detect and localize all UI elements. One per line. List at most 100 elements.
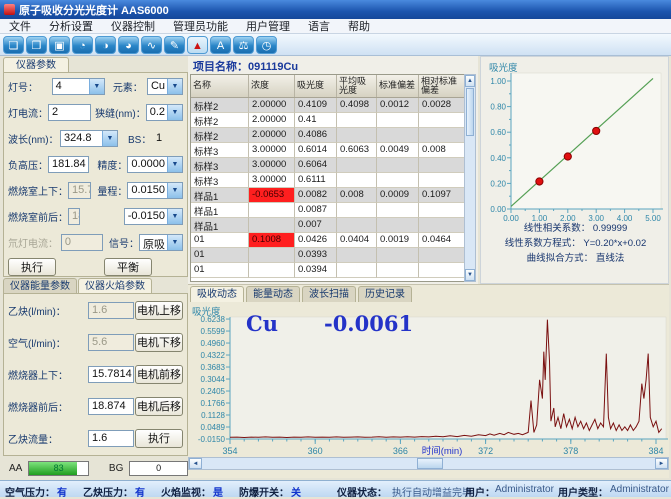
dynamics-scrollbar[interactable]: ◄ ► [188, 457, 669, 470]
column-header[interactable]: 吸光度 [295, 75, 337, 97]
flame-ignite-icon[interactable]: ▲ [187, 36, 208, 54]
table-scrollbar[interactable]: ▲ ▼ [464, 74, 476, 282]
open-file-icon[interactable]: ❐ [26, 36, 47, 54]
column-header[interactable]: 标准偏差 [377, 75, 419, 97]
burner-adjust-icon[interactable]: ✎ [164, 36, 185, 54]
auto-gain-icon[interactable]: A [210, 36, 231, 54]
column-header[interactable]: 平均吸光度 [337, 75, 377, 97]
menu-item-3[interactable]: 管理员功能 [164, 18, 237, 34]
stat-value: 直线法 [593, 253, 624, 264]
toolbar: ❏❐▣◔◑◕∿✎▲A⚖◷ [0, 34, 671, 56]
table-cell [337, 263, 377, 278]
aa-label: AA [9, 463, 22, 474]
flame-row-input[interactable]: 15.7814 [88, 366, 134, 383]
table-cell [377, 113, 419, 128]
table-cell: 0.0082 [295, 188, 337, 203]
svg-text:0.40: 0.40 [490, 154, 506, 163]
svg-text:360: 360 [308, 446, 323, 456]
range2-select[interactable]: -0.0150 ▼ [124, 208, 183, 225]
absorbance-reading: -0.0061 [324, 311, 413, 336]
motor-button[interactable]: 电机下移 [135, 333, 183, 352]
table-row[interactable]: 标样22.000000.41090.40980.00120.0028 [191, 98, 475, 113]
scroll-up-icon[interactable]: ▲ [465, 75, 475, 87]
scroll-thumb[interactable] [466, 88, 474, 136]
signal-value: 原吸 [140, 235, 167, 250]
table-row[interactable]: 样品1-0.06530.00820.0080.00090.1097 [191, 188, 475, 203]
table-row[interactable]: 标样22.000000.4086 [191, 128, 475, 143]
chevron-down-icon[interactable]: ▼ [167, 79, 182, 94]
power-icon[interactable]: ◷ [256, 36, 277, 54]
table-row[interactable]: 010.0394 [191, 263, 475, 278]
signal-select[interactable]: 原吸 ▼ [139, 234, 183, 251]
element-select[interactable]: Cu ▼ [147, 78, 183, 95]
range-select[interactable]: 0.0150 ▼ [127, 182, 183, 199]
dynamics-tab-1[interactable]: 能量动态 [246, 286, 300, 302]
live-reading: Cu -0.0061 [246, 311, 413, 336]
table-row[interactable]: 010.10080.04260.04040.00190.0464 [191, 233, 475, 248]
chevron-down-icon[interactable]: ▼ [167, 105, 182, 120]
lamp-no-select[interactable]: 4 ▼ [52, 78, 105, 95]
motor-button[interactable]: 电机后移 [135, 397, 183, 416]
svg-text:0.3044: 0.3044 [201, 375, 226, 384]
menu-item-5[interactable]: 语言 [299, 18, 339, 34]
scroll-thumb[interactable] [417, 458, 443, 469]
flame-params-panel: 乙炔(l/min)：1.6电机上移空气(l/min)：5.6电机下移燃烧器上下：… [3, 293, 188, 456]
svg-text:378: 378 [563, 446, 578, 456]
new-file-icon[interactable]: ❏ [3, 36, 24, 54]
energy-meter-icon-2[interactable]: ◑ [95, 36, 116, 54]
chevron-down-icon[interactable]: ▼ [167, 209, 182, 224]
table-cell: 0.1097 [419, 188, 465, 203]
slit-select[interactable]: 0.2 ▼ [146, 104, 183, 121]
table-row[interactable]: 标样22.000000.41 [191, 113, 475, 128]
flame-row-input[interactable]: 18.874 [88, 398, 134, 415]
scroll-left-icon[interactable]: ◄ [189, 458, 202, 469]
energy-meter-icon-1[interactable]: ◔ [72, 36, 93, 54]
chevron-down-icon[interactable]: ▼ [89, 79, 104, 94]
table-row[interactable]: 样品10.007 [191, 218, 475, 233]
column-header[interactable]: 相对标准偏差 [419, 75, 465, 97]
hv-input[interactable]: 181.84 [48, 156, 89, 173]
table-row[interactable]: 标样33.000000.6064 [191, 158, 475, 173]
column-header[interactable]: 浓度 [249, 75, 295, 97]
chevron-down-icon[interactable]: ▼ [167, 235, 182, 250]
balance-button[interactable]: 平衡 [104, 258, 152, 276]
table-row[interactable]: 010.0393 [191, 248, 475, 263]
column-header[interactable]: 名称 [191, 75, 249, 97]
save-icon[interactable]: ▣ [49, 36, 70, 54]
svg-text:0.0489: 0.0489 [201, 423, 226, 432]
scroll-down-icon[interactable]: ▼ [465, 269, 475, 281]
motor-button[interactable]: 电机前移 [135, 365, 183, 384]
table-row[interactable]: 样品10.0087 [191, 203, 475, 218]
dynamics-tab-2[interactable]: 波长扫描 [302, 286, 356, 302]
chevron-down-icon[interactable]: ▼ [167, 157, 182, 172]
menu-item-4[interactable]: 用户管理 [237, 18, 299, 34]
balance-icon[interactable]: ⚖ [233, 36, 254, 54]
motor-button[interactable]: 执行 [135, 429, 183, 448]
menu-item-1[interactable]: 分析设置 [40, 18, 102, 34]
wavelength-scan-icon[interactable]: ∿ [141, 36, 162, 54]
flame-row-input: 1.6 [88, 302, 134, 319]
motor-button[interactable]: 电机上移 [135, 301, 183, 320]
dynamics-tab-3[interactable]: 历史记录 [358, 286, 412, 302]
dynamics-tab-0[interactable]: 吸收动态 [190, 286, 244, 302]
precision-select[interactable]: 0.0000 ▼ [127, 156, 183, 173]
wavelength-select[interactable]: 324.8 ▼ [60, 130, 118, 147]
flame-row-label: 燃烧器上下： [8, 367, 88, 382]
range-label: 量程： [97, 183, 127, 198]
slit-label: 狭缝(nm)： [95, 105, 146, 120]
chevron-down-icon[interactable]: ▼ [167, 183, 182, 198]
lamp-current-input[interactable]: 2 [48, 104, 91, 121]
chevron-down-icon[interactable]: ▼ [102, 131, 117, 146]
menu-item-2[interactable]: 仪器控制 [102, 18, 164, 34]
energy-100-meter-icon[interactable]: ◕ [118, 36, 139, 54]
menu-item-6[interactable]: 帮助 [339, 18, 379, 34]
table-cell: 0.008 [337, 188, 377, 203]
results-table[interactable]: 名称浓度吸光度平均吸光度标准偏差相对标准偏差标样22.000000.41090.… [190, 74, 476, 282]
table-row[interactable]: 标样33.000000.60140.60630.00490.008 [191, 143, 475, 158]
element-value: Cu [148, 79, 167, 94]
scroll-right-icon[interactable]: ► [655, 458, 668, 469]
menu-item-0[interactable]: 文件 [0, 18, 40, 34]
flame-row-input[interactable]: 1.6 [88, 430, 134, 447]
table-row[interactable]: 标样33.000000.6111 [191, 173, 475, 188]
execute-button[interactable]: 执行 [8, 258, 56, 276]
